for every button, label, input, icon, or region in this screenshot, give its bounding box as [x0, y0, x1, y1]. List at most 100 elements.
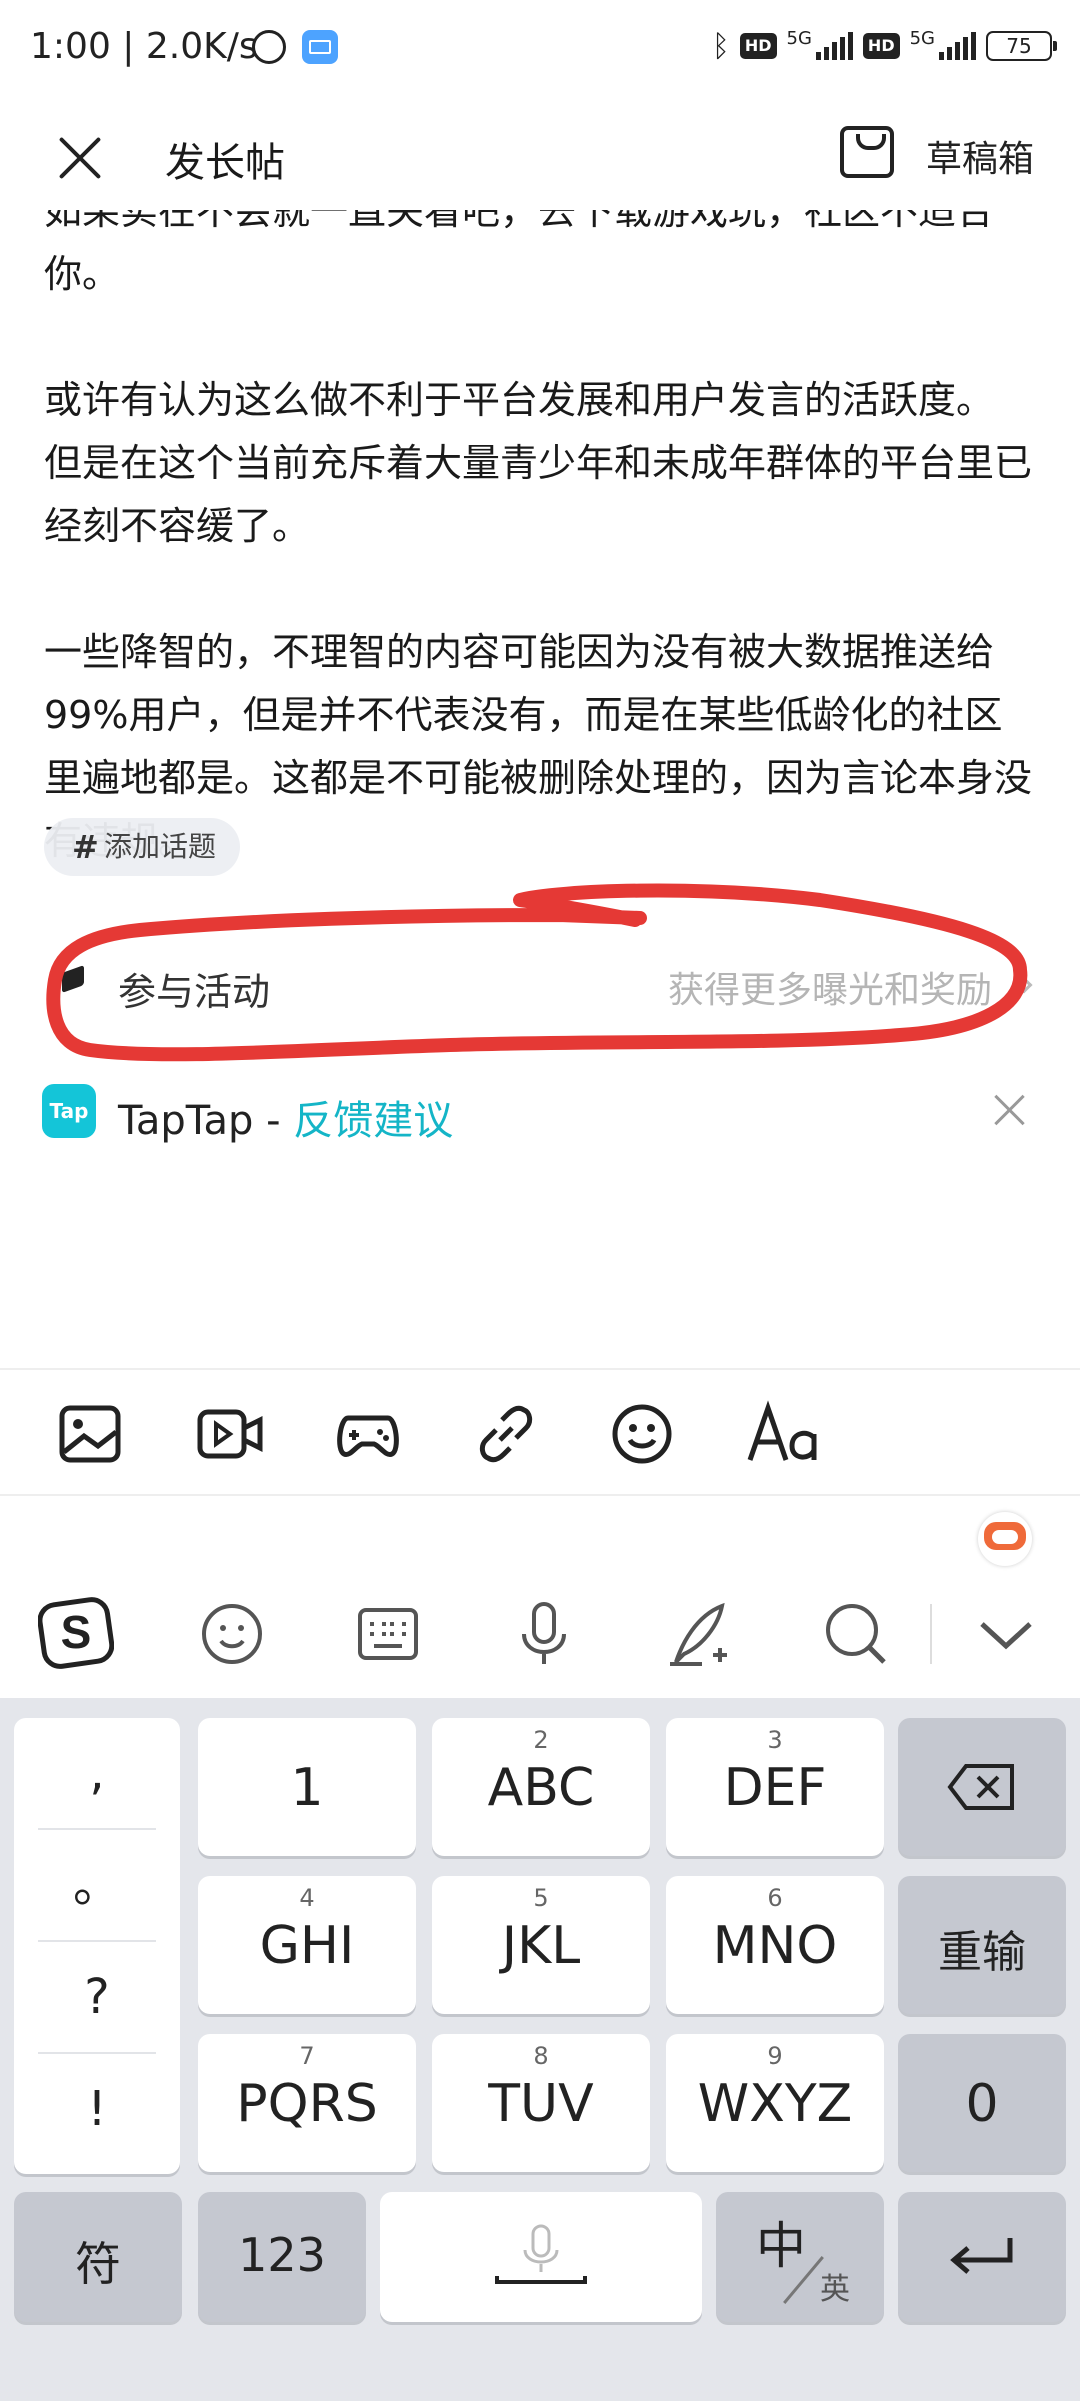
reenter-key[interactable]: 重输 — [898, 1876, 1066, 2014]
network-type: 5G — [786, 27, 812, 49]
paragraph: 或许有认为这么做不利于平台发展和用户发言的活跃度。 但是在这个当前充斥着大量青少… — [44, 378, 1033, 548]
ime-mascot-icon[interactable] — [978, 1512, 1032, 1566]
alarm-icon — [252, 30, 286, 64]
key-2-abc[interactable]: 2 ABC — [432, 1718, 650, 1856]
hd-badge: HD — [862, 33, 900, 59]
key-6-mno[interactable]: 6 MNO — [666, 1876, 884, 2014]
key-label: PQRS — [236, 2074, 378, 2134]
key-label: MNO — [712, 1916, 838, 1976]
key-1[interactable]: 1 — [198, 1718, 416, 1856]
punctuation-column: , 。 ? ! — [14, 1718, 180, 2174]
space-key[interactable] — [380, 2192, 702, 2322]
status-time: 1:00 | 2.0K/s — [30, 26, 258, 67]
key-label: 1 — [290, 1758, 324, 1818]
key-number: 4 — [299, 1884, 315, 1912]
signal-icon — [815, 32, 853, 60]
zh-en-toggle-key[interactable]: 中 英 — [716, 2192, 884, 2322]
paragraph: 如果实在不会就一直关看吧，去下载游戏玩，社区不适合你。 — [44, 210, 995, 296]
link-icon[interactable] — [472, 1400, 540, 1468]
chevron-down-icon[interactable] — [968, 1596, 1044, 1672]
hd-badge: HD — [739, 33, 777, 59]
sogou-logo-icon[interactable]: S — [38, 1596, 114, 1672]
enter-key[interactable] — [898, 2192, 1066, 2322]
emoji-icon[interactable] — [608, 1400, 676, 1468]
backspace-key[interactable] — [898, 1718, 1066, 1856]
divider — [930, 1604, 932, 1664]
punct-key-question[interactable]: ? — [14, 1942, 180, 2052]
key-number: 7 — [299, 2042, 315, 2070]
add-topic-chip[interactable]: # 添加话题 — [44, 818, 241, 876]
key-label: 重输 — [938, 1927, 1026, 1978]
backspace-icon — [947, 1764, 1014, 1810]
svg-text:S: S — [61, 1606, 92, 1658]
key-8-tuv[interactable]: 8 TUV — [432, 2034, 650, 2172]
enter-icon — [950, 2238, 1013, 2274]
hashtag-icon: # — [72, 828, 99, 866]
feedback-target-text: TapTap - 反馈建议 — [118, 1088, 453, 1146]
key-label: 符 — [75, 2237, 121, 2291]
search-icon[interactable] — [818, 1596, 894, 1672]
symbols-key[interactable]: 符 — [14, 2192, 182, 2322]
punct-key-comma[interactable]: , — [14, 1718, 180, 1828]
drafts-box-icon[interactable] — [840, 126, 894, 178]
battery-icon: 75 — [986, 31, 1057, 61]
text-format-icon[interactable] — [746, 1400, 822, 1468]
network-type: 5G — [909, 27, 935, 49]
signal-icon — [939, 32, 976, 60]
emoji-icon[interactable] — [194, 1596, 270, 1672]
taptap-logo: Tap — [42, 1084, 96, 1138]
key-0[interactable]: 0 — [898, 2034, 1066, 2172]
activity-hint: 获得更多曝光和奖励 — [667, 970, 992, 1011]
page-title: 发长帖 — [165, 140, 285, 186]
editor-toolbar — [0, 1368, 1080, 1496]
key-label: GHI — [259, 1916, 355, 1976]
key-label: 123 — [238, 2228, 326, 2282]
drafts-button[interactable]: 草稿箱 — [926, 130, 1034, 182]
key-label-zh: 中 — [756, 2217, 806, 2275]
key-label: WXYZ — [697, 2074, 853, 2134]
close-icon[interactable] — [50, 128, 110, 188]
status-bar: 1:00 | 2.0K/s ᛒ HD 5G HD 5G 75 — [0, 0, 1080, 100]
key-label: DEF — [723, 1758, 827, 1818]
numbers-key[interactable]: 123 — [198, 2192, 366, 2322]
t9-keyboard: , 。 ? ! 1 2 ABC 3 DEF 4 GHI 5 JKL 6 MNO 重输 7 P… — [0, 1698, 1080, 2401]
key-3-def[interactable]: 3 DEF — [666, 1718, 884, 1856]
key-9-wxyz[interactable]: 9 WXYZ — [666, 2034, 884, 2172]
key-4-ghi[interactable]: 4 GHI — [198, 1876, 416, 2014]
space-voice-icon — [495, 2224, 587, 2284]
bluetooth-icon: ᛒ — [711, 28, 730, 64]
editor-header: 发长帖 草稿箱 — [0, 100, 1080, 210]
keyboard-notification-icon — [302, 30, 338, 64]
close-icon[interactable] — [990, 1090, 1030, 1130]
key-number: 9 — [767, 2042, 783, 2070]
gamepad-icon[interactable] — [334, 1400, 402, 1468]
add-topic-label: 添加话题 — [104, 830, 217, 863]
ime-toolbar: S — [0, 1496, 1080, 1698]
key-label: ABC — [487, 1758, 595, 1818]
video-icon[interactable] — [196, 1400, 264, 1468]
join-activity-row[interactable]: 参与活动 获得更多曝光和奖励 — [0, 945, 1080, 1025]
punct-key-exclamation[interactable]: ! — [14, 2054, 180, 2164]
key-number: 2 — [533, 1726, 549, 1754]
app-name: TapTap - — [118, 1098, 294, 1144]
key-label: JKL — [501, 1916, 581, 1976]
keyboard-icon[interactable] — [350, 1596, 426, 1672]
key-5-jkl[interactable]: 5 JKL — [432, 1876, 650, 2014]
key-number: 3 — [767, 1726, 783, 1754]
key-7-pqrs[interactable]: 7 PQRS — [198, 2034, 416, 2172]
punct-key-period[interactable]: 。 — [14, 1830, 180, 1940]
key-number: 8 — [533, 2042, 549, 2070]
chevron-right-icon — [1015, 976, 1033, 994]
key-number: 6 — [767, 1884, 783, 1912]
microphone-icon[interactable] — [506, 1596, 582, 1672]
key-label: 0 — [965, 2074, 999, 2134]
key-label-en: 英 — [820, 2272, 850, 2307]
image-icon[interactable] — [56, 1400, 124, 1468]
key-number: 5 — [533, 1884, 549, 1912]
feedback-link[interactable]: 反馈建议 — [293, 1098, 453, 1144]
megaphone-icon — [58, 959, 94, 995]
handwriting-icon[interactable] — [662, 1596, 738, 1672]
key-label: TUV — [488, 2074, 594, 2134]
feedback-target-row[interactable]: Tap TapTap - 反馈建议 — [0, 1080, 1080, 1144]
